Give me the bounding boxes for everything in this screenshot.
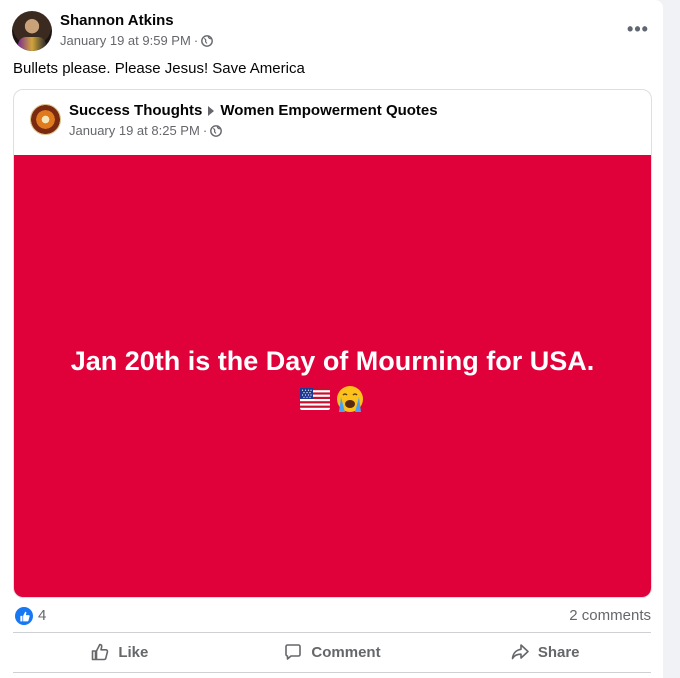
globe-icon	[201, 35, 214, 47]
author-avatar[interactable]	[12, 11, 52, 51]
shared-post[interactable]: Success Thoughts Women Empowerment Quote…	[13, 89, 652, 598]
shared-post-header: Success Thoughts Women Empowerment Quote…	[14, 90, 651, 155]
page-avatar[interactable]	[30, 104, 61, 135]
divider	[13, 672, 651, 673]
more-options-icon[interactable]: •••	[624, 17, 652, 41]
banner-emojis	[14, 384, 651, 416]
comment-label: Comment	[311, 643, 381, 661]
post-text: Bullets please. Please Jesus! Save Ameri…	[13, 60, 305, 77]
like-label: Like	[118, 643, 149, 661]
share-icon	[511, 644, 529, 660]
author-name[interactable]: Shannon Atkins	[60, 11, 174, 31]
share-label: Share	[537, 643, 580, 661]
like-button[interactable]: Like	[13, 634, 226, 670]
reaction-count[interactable]: 4	[38, 606, 46, 626]
banner-text: Jan 20th is the Day of Mourning for USA.	[70, 346, 595, 376]
action-bar: Like Comment Share	[13, 634, 651, 670]
crying-face-emoji	[336, 386, 363, 412]
shared-post-title: Success Thoughts Women Empowerment Quote…	[69, 101, 438, 121]
text-banner: Jan 20th is the Day of Mourning for USA.	[14, 155, 651, 597]
shared-post-timestamp[interactable]: January 19 at 8:25 PM	[69, 122, 200, 140]
post-header: Shannon Atkins January 19 at 9:59 PM · •…	[12, 11, 652, 51]
post-card: Shannon Atkins January 19 at 9:59 PM · •…	[0, 0, 663, 678]
post-timestamp[interactable]: January 19 at 9:59 PM	[60, 32, 191, 50]
shared-post-meta: January 19 at 8:25 PM ·	[69, 122, 223, 140]
caret-right-icon	[208, 106, 215, 116]
comment-icon	[285, 644, 302, 660]
post-meta: January 19 at 9:59 PM ·	[60, 32, 214, 50]
comments-count[interactable]: 2 comments	[569, 606, 651, 626]
share-button[interactable]: Share	[438, 634, 651, 670]
globe-icon	[210, 125, 223, 137]
divider	[13, 632, 651, 633]
group-name[interactable]: Women Empowerment Quotes	[220, 101, 437, 121]
thumbs-up-icon	[92, 643, 109, 661]
thumbs-up-icon[interactable]	[15, 607, 33, 625]
reactions-bar: 4 2 comments	[15, 606, 651, 626]
page-name[interactable]: Success Thoughts	[69, 101, 202, 121]
comment-button[interactable]: Comment	[226, 634, 439, 670]
us-flag-emoji	[300, 388, 331, 410]
